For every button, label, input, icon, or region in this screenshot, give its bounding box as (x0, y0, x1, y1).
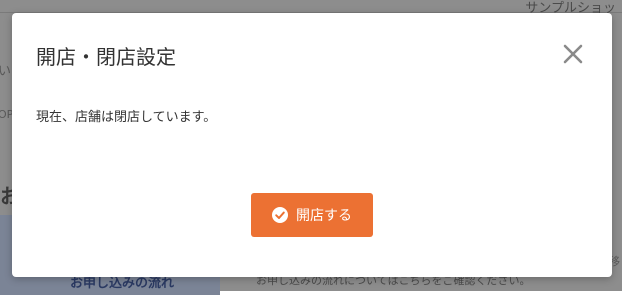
check-circle-icon (272, 207, 288, 223)
close-button[interactable] (562, 43, 584, 65)
open-store-button-label: 開店する (296, 208, 352, 224)
store-status-message: 現在、店舗は閉店しています。 (36, 110, 217, 125)
store-open-close-dialog: 開店・閉店設定 現在、店舗は閉店しています。 開店する (12, 13, 612, 277)
close-icon (563, 44, 583, 64)
dialog-title: 開店・閉店設定 (36, 45, 176, 69)
open-store-button[interactable]: 開店する (251, 193, 373, 237)
background-text-fragment: い (0, 64, 12, 79)
